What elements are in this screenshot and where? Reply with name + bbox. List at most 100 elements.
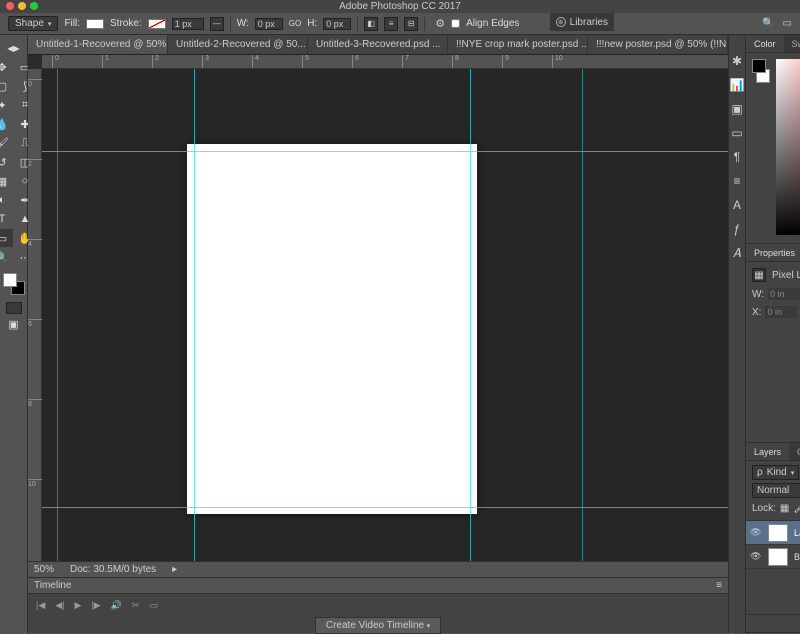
split-icon[interactable]: ✂ (132, 600, 140, 611)
quick-select-tool-icon[interactable]: ✦ (0, 96, 13, 114)
rectangle-tool-icon[interactable]: ▭ (0, 229, 13, 247)
search-icon[interactable]: 🔍 (762, 18, 774, 29)
type-tool-icon[interactable]: T (0, 210, 13, 228)
actions-panel-icon[interactable]: ▭ (729, 125, 745, 141)
libraries-collapsed-tab[interactable]: ⊚ Libraries (550, 13, 614, 31)
prop-x-input[interactable] (765, 306, 797, 318)
brush-tool-icon[interactable]: 🖌 (0, 134, 13, 152)
history-brush-tool-icon[interactable]: ↺ (0, 153, 13, 171)
foreground-color[interactable] (3, 273, 17, 287)
glyphs-panel-icon[interactable]: ƒ (729, 221, 745, 237)
tool-mode-dropdown[interactable]: Shape▾ (8, 16, 58, 31)
filter-kind-dropdown[interactable]: ρKind▾ (752, 465, 799, 480)
layer-name[interactable]: Background (794, 552, 800, 562)
styles-panel-icon[interactable]: ≡ (729, 173, 745, 189)
canvas[interactable] (42, 69, 728, 561)
info-panel-icon[interactable]: 📊 (729, 77, 745, 93)
path-ops-icon[interactable]: ◧ (364, 17, 378, 31)
create-video-timeline-button[interactable]: Create Video Timeline ▾ (315, 617, 441, 634)
height-label: H: (307, 18, 317, 29)
guide[interactable] (194, 69, 195, 561)
screen-mode-icon[interactable]: ▣ (3, 315, 25, 333)
color-tab[interactable]: Color (746, 35, 784, 52)
history-panel-icon[interactable]: ✱ (729, 53, 745, 69)
collapse-icon[interactable]: ◀▶ (3, 39, 25, 57)
link-wh-icon[interactable]: GO (289, 19, 301, 28)
document-tab[interactable]: !!NYE crop mark poster.psd ...× (448, 35, 588, 54)
lock-label: Lock: (752, 503, 776, 514)
foreground-background-swatch[interactable] (3, 273, 25, 295)
visibility-icon[interactable]: 👁 (750, 527, 762, 538)
align-edges-checkbox[interactable] (451, 19, 460, 28)
guide[interactable] (42, 507, 728, 508)
artboard[interactable] (187, 144, 477, 514)
height-input[interactable] (323, 18, 351, 30)
layer-name[interactable]: Layer 1 (794, 528, 800, 538)
align-icon[interactable]: ≡ (384, 17, 398, 31)
first-frame-icon[interactable]: |◀ (36, 600, 45, 611)
channels-tab[interactable]: Channels (789, 443, 800, 460)
document-tab[interactable]: Untitled-1-Recovered @ 50% (Layer 1, CMY… (28, 35, 168, 54)
separator (357, 17, 358, 31)
marquee-tool-icon[interactable]: ▢ (0, 77, 13, 95)
zoom-tool-icon[interactable]: 🔍 (0, 248, 13, 266)
arrange-icon[interactable]: ⊟ (404, 17, 418, 31)
panel-menu-icon[interactable]: ≡ (716, 580, 722, 591)
swatches-tab[interactable]: Swatches (784, 35, 800, 52)
visibility-icon[interactable]: 👁 (750, 551, 762, 562)
close-window-icon[interactable] (6, 2, 14, 10)
guide[interactable] (582, 69, 583, 561)
layer-row[interactable]: 👁 Background 🔒 (746, 545, 800, 569)
paragraph-panel-icon[interactable]: ¶ (729, 149, 745, 165)
color-field[interactable] (776, 59, 800, 235)
play-icon[interactable]: ▶ (75, 600, 82, 611)
window-controls[interactable] (6, 2, 38, 10)
char-styles-panel-icon[interactable]: 𝐴 (729, 245, 745, 261)
dodge-tool-icon[interactable]: ◐ (0, 191, 13, 209)
timeline-title[interactable]: Timeline (34, 580, 71, 591)
status-arrow-icon[interactable]: ▸ (172, 564, 177, 575)
transition-icon[interactable]: ▭ (149, 600, 158, 611)
brushes-panel-icon[interactable]: ▣ (729, 101, 745, 117)
lock-trans-icon[interactable]: ▦ (780, 503, 789, 514)
layer-list: 👁 Layer 1 👁 Background 🔒 (746, 521, 800, 614)
prev-frame-icon[interactable]: ◀| (55, 600, 64, 611)
document-tab[interactable]: !!!new poster.psd @ 50% (!!N...× (588, 35, 728, 54)
layer-thumbnail[interactable] (768, 524, 788, 542)
next-frame-icon[interactable]: |▶ (91, 600, 100, 611)
document-tab[interactable]: Untitled-3-Recovered.psd ...× (308, 35, 448, 54)
layer-row[interactable]: 👁 Layer 1 (746, 521, 800, 545)
shape-options-gear-icon[interactable]: ⚙ (435, 17, 445, 30)
stroke-width-input[interactable] (172, 18, 204, 30)
character-panel-icon[interactable]: A (729, 197, 745, 213)
layers-tab[interactable]: Layers (746, 443, 789, 460)
guide[interactable] (42, 151, 728, 152)
guide[interactable] (57, 69, 58, 561)
eyedropper-tool-icon[interactable]: 💧 (0, 115, 13, 133)
minimize-window-icon[interactable] (18, 2, 26, 10)
quick-mask-icon[interactable] (6, 302, 22, 314)
layer-thumbnail[interactable] (768, 548, 788, 566)
width-input[interactable] (255, 18, 283, 30)
blend-mode-dropdown[interactable]: Normal▾ (752, 483, 800, 498)
stroke-type-dropdown[interactable]: — (210, 17, 224, 31)
fill-swatch[interactable] (86, 19, 104, 29)
workspace-icon[interactable]: ▭ (783, 18, 792, 29)
gradient-tool-icon[interactable]: ▦ (0, 172, 13, 190)
audio-icon[interactable]: 🔊 (111, 600, 122, 611)
lock-pixel-icon[interactable]: 🖌 (793, 503, 800, 514)
maximize-window-icon[interactable] (30, 2, 38, 10)
stroke-swatch[interactable] (148, 19, 166, 29)
properties-tab[interactable]: Properties (746, 244, 800, 261)
document-tab[interactable]: Untitled-2-Recovered @ 50...× (168, 35, 308, 54)
prop-width-input[interactable] (768, 288, 800, 300)
foreground-color-swatch[interactable] (752, 59, 766, 73)
align-edges-label: Align Edges (466, 18, 519, 29)
color-swatch-pair[interactable] (752, 59, 770, 83)
vertical-ruler[interactable]: 0 2 4 6 8 10 (28, 69, 42, 561)
zoom-level[interactable]: 50% (34, 564, 54, 575)
guide[interactable] (470, 69, 471, 561)
move-tool-icon[interactable]: ✥ (0, 58, 13, 76)
horizontal-ruler[interactable]: 0 1 2 3 4 5 6 7 8 9 10 (42, 55, 728, 69)
doc-info[interactable]: Doc: 30.5M/0 bytes (70, 564, 156, 575)
